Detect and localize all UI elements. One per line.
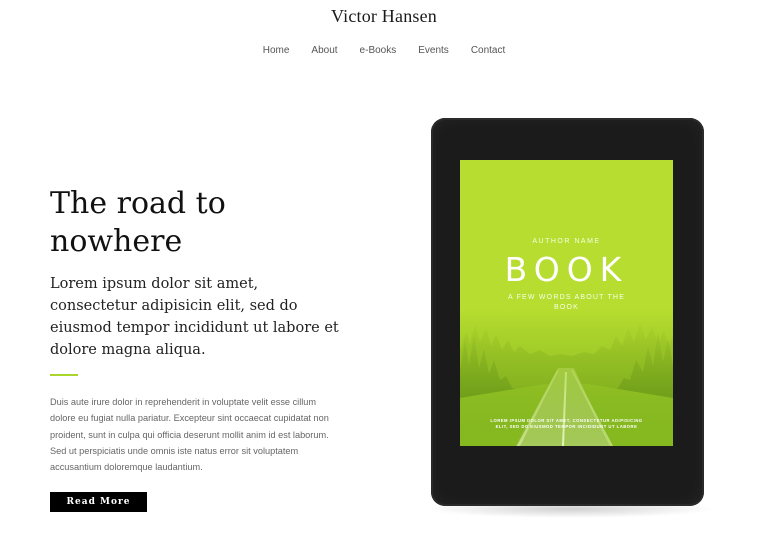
book-cover: AUTHOR NAME BOOK A FEW WORDS ABOUT THE B… — [460, 160, 673, 446]
cover-footer-text: LOREM IPSUM DOLOR SIT AMET, CONSECTETUR … — [490, 418, 643, 429]
nav-item-contact[interactable]: Contact — [469, 45, 507, 56]
nav-item-about[interactable]: About — [309, 45, 339, 56]
ebook-reader-device: AUTHOR NAME BOOK A FEW WORDS ABOUT THE B… — [431, 118, 704, 506]
main-nav: Home About e-Books Events Contact — [0, 45, 768, 56]
hero-lead: Lorem ipsum dolor sit amet, consectetur … — [50, 276, 339, 358]
cover-subtitle: A FEW WORDS ABOUT THE BOOK — [507, 294, 626, 311]
cover-book-title: BOOK — [504, 250, 629, 289]
site-title[interactable]: Victor Hansen — [0, 6, 768, 27]
accent-divider — [50, 374, 78, 376]
read-more-button[interactable]: Read More — [50, 492, 147, 512]
nav-item-ebooks[interactable]: e-Books — [358, 45, 399, 56]
hero-title: The road to nowhere — [50, 186, 226, 259]
nav-item-events[interactable]: Events — [416, 45, 451, 56]
nav-item-home[interactable]: Home — [261, 45, 292, 56]
cover-author-name: AUTHOR NAME — [532, 238, 601, 245]
hero-body: Duis aute irure dolor in reprehenderit i… — [50, 397, 329, 473]
